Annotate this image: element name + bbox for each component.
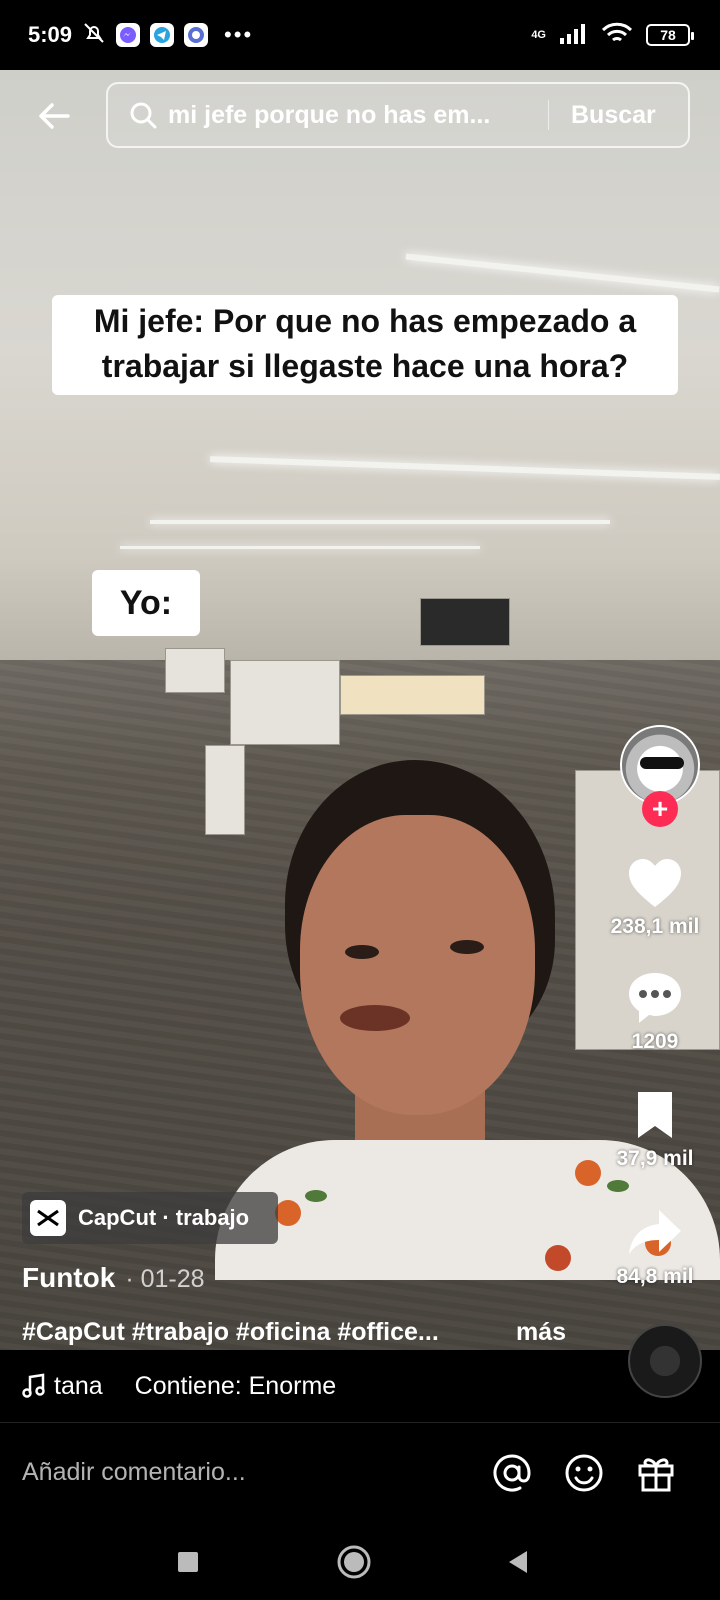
capcut-template-tag[interactable]: CapCut · trabajo	[22, 1192, 278, 1244]
video-caption-yo: Yo:	[92, 570, 200, 636]
sound-contains: Contiene: Enorme	[134, 1371, 337, 1400]
home-button[interactable]	[334, 1542, 374, 1582]
status-icons-right: 4G 78	[531, 21, 694, 50]
search-button[interactable]: Buscar	[571, 101, 656, 130]
ceiling-light	[150, 520, 610, 524]
description-row: #CapCut #trabajo #oficina #office... más	[22, 1318, 566, 1347]
post-description[interactable]: #CapCut #trabajo #oficina #office...	[22, 1318, 492, 1347]
shirt-flower	[275, 1200, 301, 1226]
heart-icon[interactable]	[625, 855, 685, 911]
app-icon	[184, 23, 209, 47]
follow-button[interactable]: +	[642, 791, 678, 827]
avatar-glasses	[640, 757, 684, 769]
person-eye	[345, 945, 379, 959]
signal-icon	[558, 22, 588, 49]
comment-icon[interactable]	[625, 970, 685, 1026]
back-button[interactable]	[30, 92, 78, 140]
more-button[interactable]: más	[516, 1318, 566, 1347]
music-disc[interactable]	[628, 1324, 702, 1398]
shirt-leaf	[305, 1190, 327, 1202]
battery-icon: 78	[646, 24, 694, 46]
office-desk	[165, 648, 225, 693]
recent-apps-button[interactable]	[168, 1542, 208, 1582]
save-count: 37,9 mil	[616, 1147, 694, 1170]
shirt-flower	[545, 1245, 571, 1271]
more-dots-icon: •••	[224, 22, 254, 47]
author-name[interactable]: Funtok	[22, 1262, 115, 1294]
author-row: Funtok · 01-28	[22, 1262, 205, 1294]
status-bar: 5:09 ••• 4G 78	[0, 0, 720, 70]
back-nav-button[interactable]	[498, 1542, 538, 1582]
emoji-icon[interactable]	[562, 1451, 606, 1495]
ceiling-light	[210, 456, 720, 480]
video-caption-main: Mi jefe: Por que no has empezado a traba…	[52, 295, 678, 395]
triangle-back-icon	[509, 1551, 527, 1573]
status-icons-left: •••	[82, 21, 253, 50]
comment-count: 1209	[631, 1030, 679, 1053]
search-input[interactable]: mi jefe porque no has em... Buscar	[106, 82, 690, 148]
search-separator	[548, 100, 549, 130]
bookmark-icon[interactable]	[625, 1087, 685, 1143]
search-query: mi jefe porque no has em...	[168, 100, 491, 129]
capcut-icon	[30, 1200, 66, 1236]
search-icon	[126, 98, 160, 132]
status-time: 5:09	[28, 22, 73, 47]
share-action[interactable]: 84,8 mil	[590, 1205, 720, 1289]
comment-bar: Añadir comentario...	[0, 1422, 720, 1522]
battery-level: 78	[660, 27, 676, 43]
system-nav-bar	[0, 1522, 720, 1600]
mention-icon[interactable]	[490, 1451, 534, 1495]
office-desk	[230, 660, 340, 745]
capcut-tag-label: CapCut · trabajo	[78, 1205, 250, 1230]
person-eye	[450, 940, 484, 954]
search-bar: mi jefe porque no has em... Buscar	[0, 82, 720, 148]
network-type: 4G	[531, 28, 546, 41]
comment-action[interactable]: 1209	[590, 970, 720, 1054]
share-icon[interactable]	[625, 1205, 685, 1261]
messenger-icon	[116, 23, 141, 47]
person-mouth	[340, 1005, 410, 1031]
wifi-icon	[600, 21, 634, 50]
person-face	[300, 815, 535, 1115]
office-monitor	[340, 675, 485, 715]
like-count: 238,1 mil	[610, 915, 700, 938]
square-icon	[178, 1552, 198, 1572]
music-note-icon	[22, 1373, 45, 1398]
shirt-leaf	[607, 1180, 629, 1192]
sound-row[interactable]: tana Contiene: Enorme	[0, 1350, 720, 1422]
ceiling-light	[120, 546, 480, 549]
ceiling-light	[405, 253, 720, 293]
gift-icon[interactable]	[634, 1451, 678, 1495]
post-date: · 01-28	[125, 1265, 205, 1293]
do-not-disturb-icon	[82, 21, 106, 50]
save-action[interactable]: 37,9 mil	[590, 1087, 720, 1171]
like-action[interactable]: 238,1 mil	[590, 855, 720, 939]
office-screen	[420, 598, 510, 646]
comment-input[interactable]: Añadir comentario...	[22, 1458, 462, 1487]
telegram-icon	[150, 23, 175, 47]
arrow-left-icon	[39, 103, 70, 129]
circle-icon	[337, 1545, 371, 1579]
sound-name: tana	[54, 1371, 103, 1400]
share-count: 84,8 mil	[616, 1265, 694, 1288]
